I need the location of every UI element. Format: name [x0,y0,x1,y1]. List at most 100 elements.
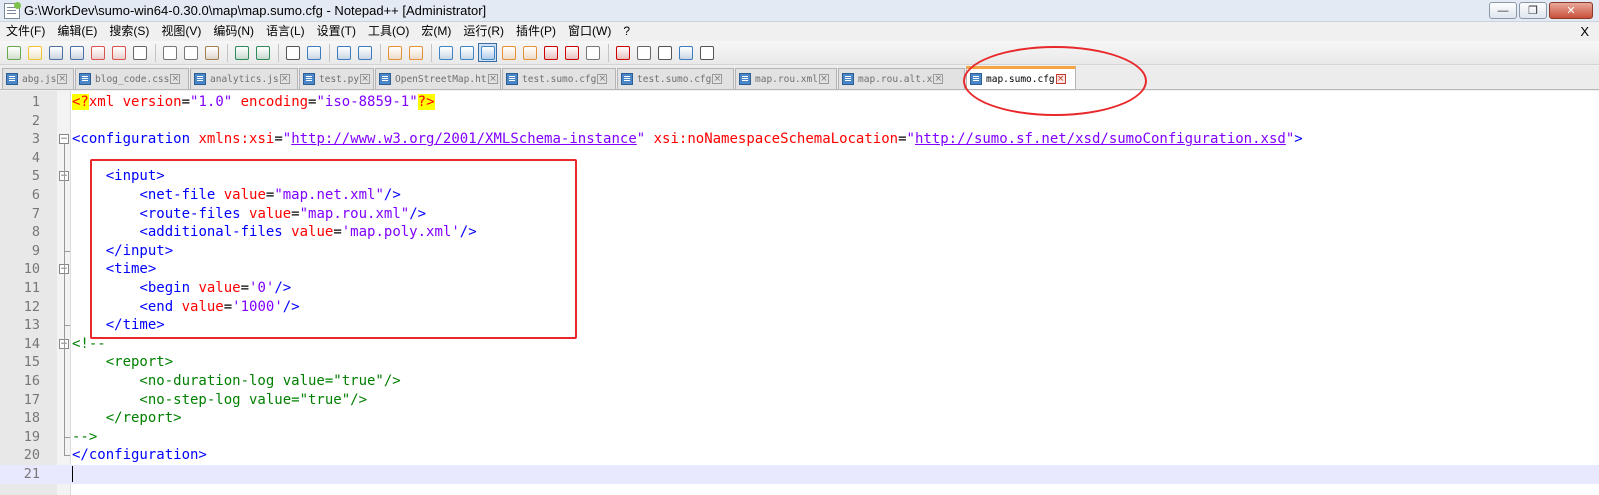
word-wrap-button[interactable] [436,43,455,62]
tab-test-py[interactable]: test.py × [299,68,374,89]
save-macro-button[interactable] [697,43,716,62]
saved-file-icon [842,73,854,85]
tab-label: test.py [319,73,360,85]
code-token: xsi:noNamespaceSchemaLocation [645,131,899,148]
new-file-button[interactable] [4,43,23,62]
monitor-button[interactable] [583,43,602,62]
menu-file[interactable]: 文件(F) [0,22,51,41]
undo-button[interactable] [232,43,251,62]
toolbar-separator [380,43,381,62]
replace-button[interactable] [304,43,323,62]
close-document-button[interactable]: X [1580,22,1589,41]
code-token: <? [72,94,89,110]
play-macro-button[interactable] [655,43,674,62]
tab-close-icon[interactable]: × [279,74,290,84]
menu-tools[interactable]: 工具(O) [362,22,415,41]
zoom-out-button[interactable] [355,43,374,62]
menu-window[interactable]: 窗口(W) [562,22,617,41]
close-window-button[interactable]: ✕ [1549,2,1593,19]
menu-plugins[interactable]: 插件(P) [510,22,562,41]
record-macro-button[interactable] [613,43,632,62]
tab-analytics-js[interactable]: analytics.js × [190,68,298,89]
line-number: 8 [31,224,40,241]
menu-encoding[interactable]: 编码(N) [207,22,260,41]
menu-help[interactable]: ? [617,22,636,41]
tab-close-icon[interactable]: × [57,74,68,84]
restore-button[interactable]: ❐ [1519,2,1547,19]
find-button[interactable] [283,43,302,62]
function-list-button[interactable] [541,43,560,62]
monitor-icon [585,45,600,60]
menu-macro[interactable]: 宏(M) [415,22,457,41]
code-line[interactable]: 15 <report> [0,353,1599,372]
line-number: 13 [23,317,40,334]
tab-test-sumo-cfg[interactable]: test.sumo.cfg × [617,68,734,89]
code-line[interactable]: 16 <no-duration-log value="true"/> [0,372,1599,391]
code-line[interactable]: 20 </configuration> [0,446,1599,465]
menu-edit[interactable]: 编辑(E) [51,22,103,41]
print-button[interactable] [130,43,149,62]
tab-close-icon[interactable]: × [818,74,829,84]
code-token: version [114,94,182,110]
code-line[interactable]: 2 [0,112,1599,131]
close-button[interactable] [88,43,107,62]
tab-close-icon[interactable]: × [933,74,944,84]
minimize-button[interactable]: — [1489,2,1517,19]
window-title: G:\WorkDev\sumo-win64-0.30.0\map\map.sum… [24,3,487,18]
save-button[interactable] [46,43,65,62]
code-line[interactable]: 17 <no-step-log value="true"/> [0,391,1599,410]
code-line[interactable]: 3− <configuration xmlns:xsi="http://www.w… [0,130,1599,149]
tab-close-icon[interactable]: × [712,74,723,84]
fold-toggle-icon[interactable]: − [59,134,69,145]
code-line[interactable]: 19 --> [0,428,1599,447]
redo-button[interactable] [253,43,272,62]
zoom-in-button[interactable] [334,43,353,62]
sync-vertical-icon [387,45,402,60]
cut-button[interactable] [160,43,179,62]
code-token: " [636,131,646,148]
run-macro-multiple-button[interactable] [676,43,695,62]
saved-file-icon [194,73,206,85]
open-file-button[interactable] [25,43,44,62]
close-all-button[interactable] [109,43,128,62]
menu-language[interactable]: 语言(L) [260,22,311,41]
tab-bar: abg.js × blog_code.css × analytics.js × test.p… [0,66,1599,90]
copy-icon [183,45,198,60]
code-line[interactable]: 21 [0,465,1599,484]
tab-close-icon[interactable]: × [170,74,181,84]
stop-record-button[interactable] [634,43,653,62]
close-icon [90,45,105,60]
show-all-chars-button[interactable] [457,43,476,62]
code-line[interactable]: 1 <?xml version="1.0" encoding="iso-8859-… [0,93,1599,112]
user-lang-button[interactable] [499,43,518,62]
menu-settings[interactable]: 设置(T) [311,22,362,41]
save-all-button[interactable] [67,43,86,62]
tab-blog-code-css[interactable]: blog_code.css × [75,68,189,89]
menu-run[interactable]: 运行(R) [457,22,510,41]
record-macro-icon [615,45,630,60]
tab-close-icon[interactable]: × [488,74,498,84]
tab-abg-js[interactable]: abg.js × [2,68,74,89]
line-number: 11 [23,280,40,296]
tab-map-rou-xml[interactable]: map.rou.xml × [735,68,837,89]
toolbar-separator [431,43,432,62]
copy-button[interactable] [181,43,200,62]
code-text: --> [72,428,97,447]
sync-horizontal-button[interactable] [406,43,425,62]
code-line[interactable]: 18 </report> [0,409,1599,428]
tab-close-icon[interactable]: × [597,74,608,84]
menu-view[interactable]: 视图(V) [155,22,207,41]
folder-workspace-button[interactable] [562,43,581,62]
code-token: encoding [232,94,309,110]
tab-test-sumo-cfg[interactable]: test.sumo.cfg × [502,68,616,89]
tab-map-rou-alt-x[interactable]: map.rou.alt.x × [838,68,965,89]
tab-openstreetmap-html[interactable]: OpenStreetMap.html× [375,68,501,89]
zoom-in-icon [336,45,351,60]
menu-search[interactable]: 搜索(S) [103,22,155,41]
code-text: <configuration xmlns:xsi="http://www.w3.… [72,130,1303,149]
tab-close-icon[interactable]: × [360,74,371,84]
doc-map-button[interactable] [520,43,539,62]
sync-vertical-button[interactable] [385,43,404,62]
indent-guide-button[interactable] [478,43,497,62]
paste-button[interactable] [202,43,221,62]
